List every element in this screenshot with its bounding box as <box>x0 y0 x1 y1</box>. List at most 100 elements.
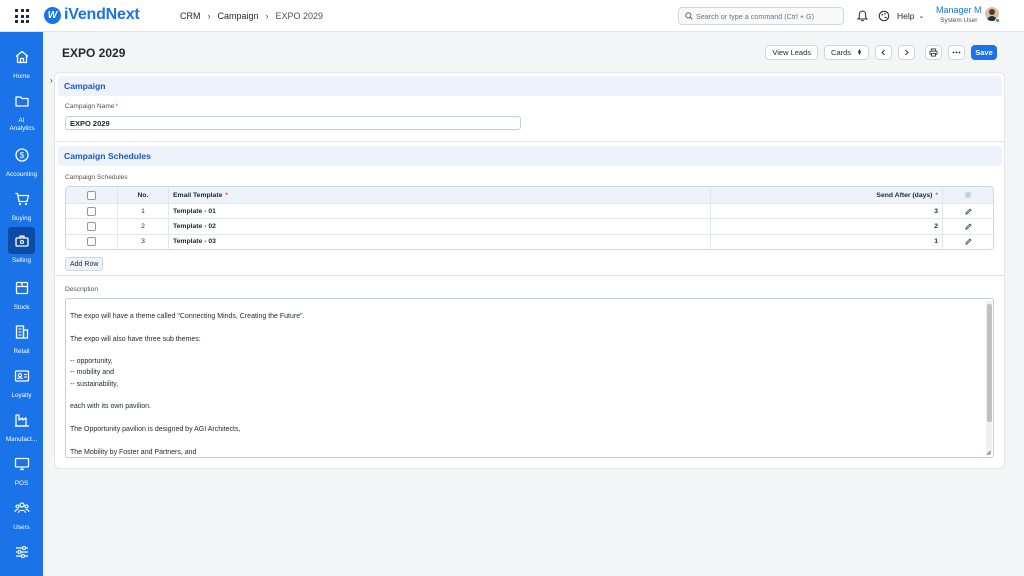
breadcrumb-current: EXPO 2029 <box>275 11 324 21</box>
chevron-down-icon: ⌄ <box>918 13 925 20</box>
chevron-right-icon: › <box>265 11 269 21</box>
sidebar-item-label: Accounting <box>5 171 38 178</box>
help-menu[interactable]: Help ⌄ <box>897 11 924 21</box>
row-send-after[interactable]: 1 <box>711 234 943 250</box>
description-line: ​ <box>70 413 980 424</box>
description-line: -- opportunity, <box>70 358 113 366</box>
app-grid-icon[interactable] <box>15 9 29 23</box>
print-button[interactable] <box>925 45 942 60</box>
palette-icon[interactable] <box>878 10 890 22</box>
pencil-icon[interactable] <box>964 208 972 215</box>
table-row[interactable]: 2 Template - 02 2 <box>66 218 993 234</box>
sidebar-item-ai-analytics[interactable]: AI Analytics <box>0 87 43 132</box>
svg-text:$: $ <box>19 151 24 160</box>
sidebar-item-label: Retail <box>13 348 30 355</box>
description-line: ​ <box>70 390 980 401</box>
required-asterisk: * <box>933 191 938 199</box>
scrollbar-thumb[interactable] <box>987 304 992 422</box>
factory-icon <box>14 413 29 427</box>
online-status-dot <box>995 18 1000 23</box>
description-textarea[interactable]: The expo will have a theme called "Conne… <box>65 298 994 458</box>
search-input[interactable] <box>696 11 836 21</box>
gear-icon[interactable] <box>964 191 972 199</box>
sidebar-item-label: POS <box>14 480 29 487</box>
building-icon <box>15 324 28 339</box>
section-divider <box>55 141 1004 142</box>
sidebar-item-selling[interactable]: Selling <box>0 227 43 265</box>
sort-icon: ▲ ▼ <box>857 47 862 57</box>
next-record-button[interactable] <box>898 45 915 60</box>
sidebar-toggle-chevron-icon[interactable]: › <box>50 76 53 85</box>
chevron-left-icon <box>881 49 885 56</box>
row-send-after[interactable]: 2 <box>711 219 943 234</box>
description-line: -- mobility and <box>70 369 114 377</box>
users-icon <box>13 501 30 513</box>
view-leads-button[interactable]: View Leads <box>765 45 819 60</box>
breadcrumb-campaign[interactable]: Campaign <box>218 11 259 21</box>
description-line: The expo will have a theme called "Conne… <box>70 313 305 320</box>
more-horizontal-icon <box>952 51 961 54</box>
dollar-icon: $ <box>14 147 29 162</box>
sliders-icon <box>15 545 28 558</box>
row-email-template[interactable]: Template - 03 <box>169 234 711 250</box>
row-send-after[interactable]: 3 <box>711 204 943 219</box>
sidebar-item-label: Manufact... <box>5 436 38 443</box>
logo-mark-icon: W <box>44 6 61 24</box>
sidebar-item-label: Loyalty <box>11 392 32 399</box>
description-line: -- sustainability, <box>70 380 119 388</box>
required-asterisk: * <box>115 103 119 110</box>
sidebar-item-label: AI Analytics <box>9 117 35 132</box>
user-menu[interactable]: Manager M System User <box>936 5 982 24</box>
pencil-icon[interactable] <box>964 238 972 246</box>
sidebar-item-home[interactable]: Home <box>0 43 43 81</box>
row-email-template[interactable]: Template - 01 <box>169 204 711 219</box>
section-header-campaign[interactable]: Campaign <box>58 76 1002 96</box>
breadcrumb-crm[interactable]: CRM <box>180 11 201 21</box>
bell-icon[interactable] <box>857 10 868 22</box>
row-edit-cell <box>943 235 993 249</box>
row-no: 3 <box>118 234 169 250</box>
campaign-name-label: Campaign Name* <box>65 103 118 110</box>
sidebar-item-buying[interactable]: Buying <box>0 185 43 223</box>
row-checkbox[interactable] <box>87 222 96 232</box>
sidebar-item-manufacturing[interactable]: Manufact... <box>0 406 43 444</box>
user-name: Manager M <box>936 5 982 15</box>
previous-record-button[interactable] <box>875 45 892 60</box>
row-checkbox[interactable] <box>87 237 96 247</box>
section-header-campaign-schedules[interactable]: Campaign Schedules <box>58 146 1002 166</box>
sidebar-item-loyalty[interactable]: Loyalty <box>0 362 43 400</box>
search-icon <box>685 12 693 20</box>
row-checkbox[interactable] <box>87 206 96 216</box>
add-row-button[interactable]: Add Row <box>65 257 104 271</box>
save-button[interactable]: Save <box>971 45 997 60</box>
row-email-template[interactable]: Template - 02 <box>169 219 711 234</box>
sidebar-item-settings[interactable] <box>0 538 43 565</box>
description-line: The Opportunity pavilion is designed by … <box>70 425 241 433</box>
pencil-icon[interactable] <box>964 223 972 230</box>
sidebar-item-retail[interactable]: Retail <box>0 318 43 356</box>
campaign-name-input[interactable] <box>65 116 521 130</box>
resize-handle-icon[interactable]: ◢ <box>986 450 992 456</box>
description-line: ​ <box>70 435 980 446</box>
sidebar: Home AI Analytics $ Accounting Buying Se… <box>0 32 43 576</box>
column-header-email-template: Email Template * <box>169 187 711 203</box>
campaign-schedules-label: Campaign Schedules <box>65 174 128 181</box>
row-edit-cell <box>943 219 993 233</box>
sidebar-item-accounting[interactable]: $ Accounting <box>0 141 43 179</box>
section-divider <box>55 275 1004 276</box>
sidebar-item-users[interactable]: Users <box>0 494 43 532</box>
column-header-send-after-text: Send After (days) <box>876 191 933 199</box>
description-line: ​ <box>70 322 980 333</box>
search-bar[interactable] <box>678 7 844 25</box>
campaign-name-label-text: Campaign Name <box>65 103 115 110</box>
page-title: EXPO 2029 <box>62 46 126 60</box>
sidebar-item-label: Users <box>13 524 30 531</box>
sidebar-item-pos[interactable]: POS <box>0 450 43 488</box>
table-row[interactable]: 3 Template - 03 1 <box>66 233 993 250</box>
table-row[interactable]: 1 Template - 01 3 <box>66 203 993 219</box>
view-mode-select[interactable]: Cards ▲ ▼ <box>824 45 869 60</box>
app-logo[interactable]: W iVendNext <box>44 6 140 24</box>
sidebar-item-stock[interactable]: Stock <box>0 274 43 312</box>
select-all-checkbox[interactable] <box>87 190 96 200</box>
more-options-button[interactable] <box>948 45 965 60</box>
